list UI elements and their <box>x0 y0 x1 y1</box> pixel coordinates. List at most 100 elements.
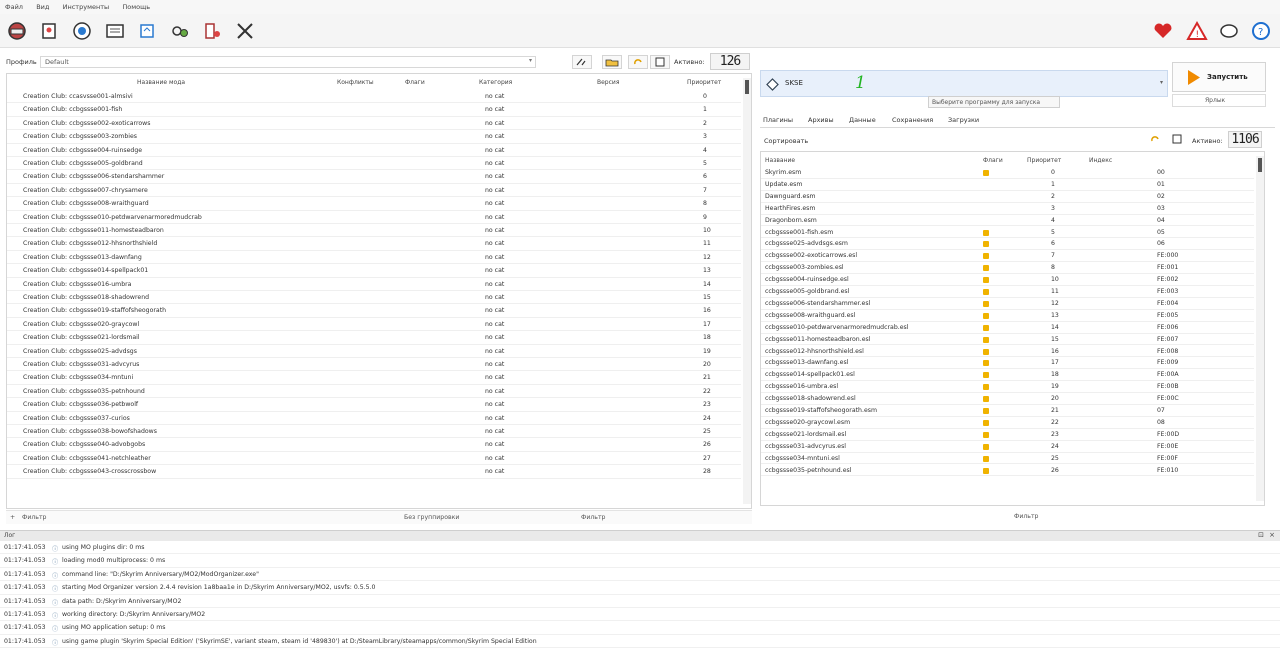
wrench-icon[interactable] <box>234 20 256 42</box>
create-backup-button[interactable] <box>650 55 670 69</box>
col-version[interactable]: Версия <box>597 79 619 86</box>
table-row[interactable]: Creation Club: ccbgssse006-stendarshamme… <box>7 170 741 184</box>
plugin-row[interactable]: Dawnguard.esm 2 02 <box>761 191 1254 203</box>
close-icon[interactable]: × <box>1269 531 1275 539</box>
pin-icon[interactable]: ⊡ <box>1258 531 1264 539</box>
plugin-row[interactable]: ccbgssse021-lordsmail.esl 23 FE:00D <box>761 429 1254 441</box>
plugin-row[interactable]: ccbgssse018-shadowrend.esl 20 FE:00C <box>761 393 1254 405</box>
shortcut-button[interactable]: Ярлык <box>1172 94 1266 107</box>
col-category[interactable]: Категория <box>479 79 512 86</box>
table-row[interactable]: Creation Club: ccbgssse037-curios no cat 2… <box>7 412 741 425</box>
plugin-row[interactable]: ccbgssse035-petnhound.esl 26 FE:010 <box>761 465 1254 477</box>
update-icon[interactable] <box>136 20 158 42</box>
col-priority[interactable]: Приоритет <box>687 79 721 86</box>
plugin-row[interactable]: ccbgssse014-spellpack01.esl 18 FE:00A <box>761 369 1254 382</box>
table-row[interactable]: Creation Club: ccbgssse014-spellpack01 no… <box>7 264 741 278</box>
plugin-row[interactable]: ccbgssse016-umbra.esl 19 FE:00B <box>761 381 1254 394</box>
plugin-row[interactable]: ccbgssse005-goldbrand.esl 11 FE:003 <box>761 286 1254 298</box>
profiles-icon[interactable] <box>38 20 60 42</box>
plugin-row[interactable]: Skyrim.esm 0 00 <box>761 167 1254 179</box>
executable-select[interactable]: SKSE 1 ▾ <box>760 70 1168 97</box>
table-row[interactable]: Creation Club: ccbgssse011-homesteadbaro… <box>7 224 741 238</box>
plugin-list-scrollbar[interactable] <box>1256 156 1264 501</box>
table-row[interactable]: Creation Club: ccbgssse036-petbwolf no ca… <box>7 398 741 412</box>
table-row[interactable]: Creation Club: ccbgssse038-bowofshadows n… <box>7 425 741 439</box>
tab-data[interactable]: Данные <box>849 116 876 124</box>
mod-filter-input[interactable]: Фильтр <box>581 514 605 521</box>
table-row[interactable]: Creation Club: ccbgssse003-zombies no cat… <box>7 130 741 144</box>
scroll-thumb[interactable] <box>1258 158 1262 172</box>
table-row[interactable]: Creation Club: ccbgssse020-graycowl no ca… <box>7 318 741 332</box>
scroll-thumb[interactable] <box>745 80 749 94</box>
plugin-row[interactable]: ccbgssse025-advdsgs.esm 6 06 <box>761 238 1254 251</box>
add-icon[interactable]: + <box>10 514 15 521</box>
table-row[interactable]: Creation Club: ccbgssse041-netchleather n… <box>7 452 741 466</box>
settings-icon[interactable] <box>169 20 191 42</box>
table-row[interactable]: Creation Club: ccbgssse012-hhsnorthshiel… <box>7 237 741 251</box>
tools-icon[interactable] <box>202 20 224 42</box>
plugin-filter-input[interactable]: Фильтр <box>1014 513 1038 520</box>
table-row[interactable]: Creation Club: ccbgssse035-petnhound no c… <box>7 385 741 399</box>
col-plugin-index[interactable]: Индекс <box>1089 157 1112 164</box>
menu-help[interactable]: Помощь <box>117 0 150 11</box>
warning-icon[interactable]: ! <box>1186 20 1208 42</box>
table-row[interactable]: Creation Club: ccbgssse008-wraithguard no… <box>7 197 741 211</box>
restore-plugins-button[interactable] <box>1146 133 1166 147</box>
plugin-row[interactable]: ccbgssse003-zombies.esl 8 FE:001 <box>761 262 1254 275</box>
run-button[interactable]: Запустить <box>1172 62 1266 92</box>
table-row[interactable]: Creation Club: ccbgssse040-advobgobs no c… <box>7 438 741 452</box>
plugin-row[interactable]: ccbgssse013-dawnfang.esl 17 FE:009 <box>761 357 1254 370</box>
groups-select[interactable]: Без группировки <box>404 514 459 521</box>
table-row[interactable]: Creation Club: ccbgssse025-advdsgs no cat… <box>7 345 741 358</box>
plugin-row[interactable]: ccbgssse006-stendarshammer.esl 12 FE:004 <box>761 298 1254 310</box>
plugin-row[interactable]: ccbgssse011-homesteadbaron.esl 15 FE:007 <box>761 334 1254 346</box>
table-row[interactable]: Creation Club: ccbgssse018-shadowrend no … <box>7 291 741 305</box>
col-conflicts[interactable]: Конфликты <box>337 79 374 86</box>
plugin-row[interactable]: ccbgssse004-ruinsedge.esl 10 FE:002 <box>761 274 1254 286</box>
tab-downloads[interactable]: Загрузки <box>948 116 979 124</box>
plugin-row[interactable]: HearthFires.esm 3 03 <box>761 203 1254 215</box>
instance-icon[interactable] <box>6 20 28 42</box>
tab-plugins[interactable]: Плагины <box>763 116 793 124</box>
plugin-row[interactable]: ccbgssse012-hhsnorthshield.esl 16 FE:008 <box>761 346 1254 358</box>
heart-icon[interactable] <box>1152 20 1174 42</box>
nexus-icon[interactable] <box>71 20 93 42</box>
table-row[interactable]: Creation Club: ccbgssse004-ruinsedge no c… <box>7 144 741 157</box>
plugin-row[interactable]: ccbgssse034-mntuni.esl 25 FE:00F <box>761 453 1254 465</box>
table-row[interactable]: Creation Club: ccbgssse034-mntuni no cat 2… <box>7 371 741 385</box>
menu-view[interactable]: Вид <box>31 0 49 11</box>
tab-saves[interactable]: Сохранения <box>892 116 933 124</box>
plugin-row[interactable]: ccbgssse020-graycowl.esm 22 08 <box>761 417 1254 429</box>
plugin-row[interactable]: ccbgssse019-staffofsheogorath.esm 21 07 <box>761 405 1254 417</box>
table-row[interactable]: Creation Club: ccbgssse019-staffofsheogo… <box>7 304 741 318</box>
table-row[interactable]: Creation Club: ccbgssse010-petdwarvenarm… <box>7 211 741 224</box>
table-row[interactable]: Creation Club: ccbgssse043-crosscrossbow… <box>7 465 741 479</box>
archive-invalidation-button[interactable] <box>572 55 592 69</box>
table-row[interactable]: Creation Club: ccbgssse001-fish no cat 1 <box>7 103 741 117</box>
feedback-icon[interactable] <box>1218 20 1240 42</box>
plugin-row[interactable]: ccbgssse031-advcyrus.esl 24 FE:00E <box>761 441 1254 453</box>
mod-list-scrollbar[interactable] <box>743 78 751 504</box>
table-row[interactable]: Creation Club: ccasvsse001-almsivi no cat… <box>7 90 741 104</box>
plugin-row[interactable]: ccbgssse010-petdwarvenarmoredmudcrab.esl… <box>761 322 1254 334</box>
table-row[interactable]: Creation Club: ccbgssse016-umbra no cat 14 <box>7 278 741 291</box>
plugin-row[interactable]: Update.esm 1 01 <box>761 179 1254 191</box>
open-folder-button[interactable] <box>602 55 622 69</box>
backup-plugins-button[interactable] <box>1168 133 1188 147</box>
plugin-row[interactable]: ccbgssse001-fish.esm 5 05 <box>761 227 1254 239</box>
profile-select[interactable]: Default ▾ <box>40 56 536 68</box>
table-row[interactable]: Creation Club: ccbgssse007-chrysamere no … <box>7 184 741 198</box>
menu-tools[interactable]: Инструменты <box>58 0 110 11</box>
col-mod-name[interactable]: Название мода <box>137 79 185 86</box>
col-plugin-priority[interactable]: Приоритет <box>1027 157 1061 164</box>
sort-button[interactable]: Сортировать <box>764 137 808 145</box>
col-plugin-flags[interactable]: Флаги <box>983 157 1003 164</box>
table-row[interactable]: Creation Club: ccbgssse021-lordsmail no c… <box>7 331 741 345</box>
menu-file[interactable]: Файл <box>0 0 23 11</box>
plugin-row[interactable]: Dragonborn.esm 4 04 <box>761 215 1254 227</box>
col-flags[interactable]: Флаги <box>405 79 425 86</box>
table-row[interactable]: Creation Club: ccbgssse013-dawnfang no ca… <box>7 251 741 265</box>
table-row[interactable]: Creation Club: ccbgssse005-goldbrand no c… <box>7 157 741 171</box>
table-row[interactable]: Creation Club: ccbgssse002-exoticarrows n… <box>7 117 741 131</box>
restore-backup-button[interactable] <box>628 55 648 69</box>
